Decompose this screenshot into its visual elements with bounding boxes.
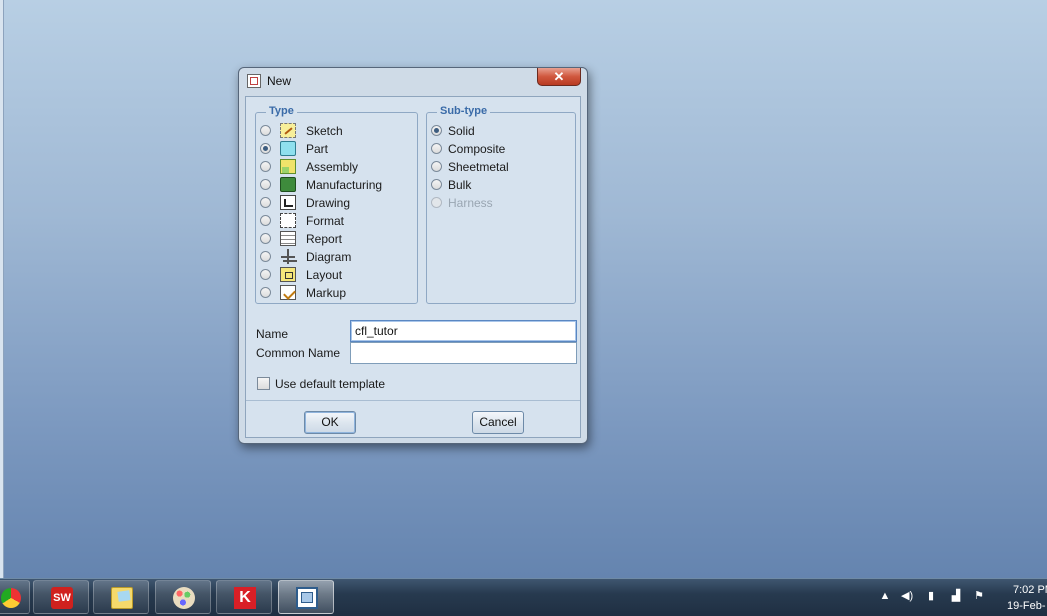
type-radio-markup[interactable] [260, 287, 271, 298]
subtype-group: Sub-type Solid Composite Sheetmetal Bulk Har… [426, 105, 576, 304]
taskbar-app-creo[interactable] [278, 580, 334, 614]
dialog-client: Type Sketch Part Assembly Manufacturing Draw… [245, 96, 581, 438]
common-name-field[interactable] [350, 342, 577, 364]
network-icon[interactable]: ▟ [950, 590, 962, 602]
type-radio-layout[interactable] [260, 269, 271, 280]
subtype-option-sheetmetal[interactable]: Sheetmetal [427, 158, 575, 176]
solidworks-icon: SW [51, 587, 73, 609]
name-field[interactable] [350, 320, 577, 342]
name-label: Name [256, 327, 289, 341]
clock-date[interactable]: 19-Feb- [1007, 600, 1046, 612]
layout-icon [280, 267, 296, 282]
subtype-option-harness: Harness [427, 194, 575, 212]
sketch-icon [280, 123, 296, 138]
subtype-radio-sheetmetal[interactable] [431, 161, 442, 172]
subtype-radio-composite[interactable] [431, 143, 442, 154]
type-radio-format[interactable] [260, 215, 271, 226]
folder-icon [111, 587, 133, 609]
type-option-drawing[interactable]: Drawing [256, 194, 417, 212]
type-option-layout[interactable]: Layout [256, 266, 417, 284]
type-label: Report [306, 232, 343, 246]
type-label: Manufacturing [306, 178, 383, 192]
type-option-report[interactable]: Report [256, 230, 417, 248]
action-center-flag-icon[interactable]: ⚑ [973, 590, 985, 602]
report-icon [280, 231, 296, 246]
power-icon[interactable]: ▮ [925, 590, 937, 602]
type-radio-manufacturing[interactable] [260, 179, 271, 190]
dialog-titlebar[interactable]: New ✕ [239, 68, 587, 96]
drawing-icon [280, 195, 296, 210]
taskbar-app-kaspersky[interactable]: K [216, 580, 272, 614]
new-dialog: New ✕ Type Sketch Part Assembly Manufacturi… [238, 67, 588, 444]
taskbar-app-solidworks[interactable]: SW [33, 580, 89, 614]
app-window-icon [247, 74, 261, 88]
taskbar: SW K ▲ ◀) ▮ ▟ ⚑ 7:02 PM 19-Feb- [0, 578, 1047, 616]
type-option-sketch[interactable]: Sketch [256, 122, 417, 140]
chrome-icon [1, 588, 21, 608]
type-option-part[interactable]: Part [256, 140, 417, 158]
type-option-assembly[interactable]: Assembly [256, 158, 417, 176]
type-label: Format [306, 214, 345, 228]
type-option-manufacturing[interactable]: Manufacturing [256, 176, 417, 194]
type-label: Drawing [306, 196, 351, 210]
common-name-label: Common Name [256, 346, 341, 360]
type-label: Sketch [306, 124, 343, 138]
subtype-radio-harness [431, 197, 442, 208]
type-radio-report[interactable] [260, 233, 271, 244]
subtype-label: Bulk [448, 178, 472, 192]
type-radio-diagram[interactable] [260, 251, 271, 262]
type-radio-assembly[interactable] [260, 161, 271, 172]
subtype-legend: Sub-type [437, 105, 491, 117]
subtype-radio-bulk[interactable] [431, 179, 442, 190]
subtype-label: Composite [448, 142, 506, 156]
type-label: Part [306, 142, 329, 156]
type-option-format[interactable]: Format [256, 212, 417, 230]
assembly-icon [280, 159, 296, 174]
button-separator [246, 400, 580, 401]
subtype-label: Harness [448, 196, 493, 210]
type-legend: Type [266, 105, 297, 117]
subtype-label: Solid [448, 124, 475, 138]
subtype-label: Sheetmetal [448, 160, 509, 174]
type-label: Markup [306, 286, 347, 300]
taskbar-app-chrome[interactable] [0, 580, 30, 614]
volume-icon[interactable]: ◀) [901, 590, 913, 602]
close-button[interactable]: ✕ [537, 68, 581, 86]
clock-time[interactable]: 7:02 PM [1013, 584, 1047, 596]
paint-icon [173, 587, 195, 609]
show-hidden-icons-icon[interactable]: ▲ [879, 590, 891, 602]
dialog-title: New [267, 74, 292, 88]
type-option-diagram[interactable]: Diagram [256, 248, 417, 266]
use-default-template-label: Use default template [275, 377, 386, 391]
type-radio-part[interactable] [260, 143, 271, 154]
part-icon [280, 141, 296, 156]
subtype-option-composite[interactable]: Composite [427, 140, 575, 158]
kaspersky-icon: K [234, 587, 256, 609]
use-default-template-checkbox[interactable] [257, 377, 270, 390]
type-label: Diagram [306, 250, 352, 264]
type-option-markup[interactable]: Markup [256, 284, 417, 302]
creo-icon [296, 587, 318, 609]
markup-icon [280, 285, 296, 300]
type-label: Assembly [306, 160, 359, 174]
manufacturing-icon [280, 177, 296, 192]
background-window-edge [0, 0, 4, 578]
diagram-icon [280, 249, 296, 264]
subtype-radio-solid[interactable] [431, 125, 442, 136]
subtype-option-solid[interactable]: Solid [427, 122, 575, 140]
format-icon [280, 213, 296, 228]
type-radio-drawing[interactable] [260, 197, 271, 208]
type-radio-sketch[interactable] [260, 125, 271, 136]
ok-button[interactable]: OK [304, 411, 356, 434]
subtype-option-bulk[interactable]: Bulk [427, 176, 575, 194]
cancel-button[interactable]: Cancel [472, 411, 524, 434]
taskbar-app-paint[interactable] [155, 580, 211, 614]
type-group: Type Sketch Part Assembly Manufacturing Draw… [255, 105, 418, 304]
type-label: Layout [306, 268, 343, 282]
taskbar-app-explorer[interactable] [93, 580, 149, 614]
